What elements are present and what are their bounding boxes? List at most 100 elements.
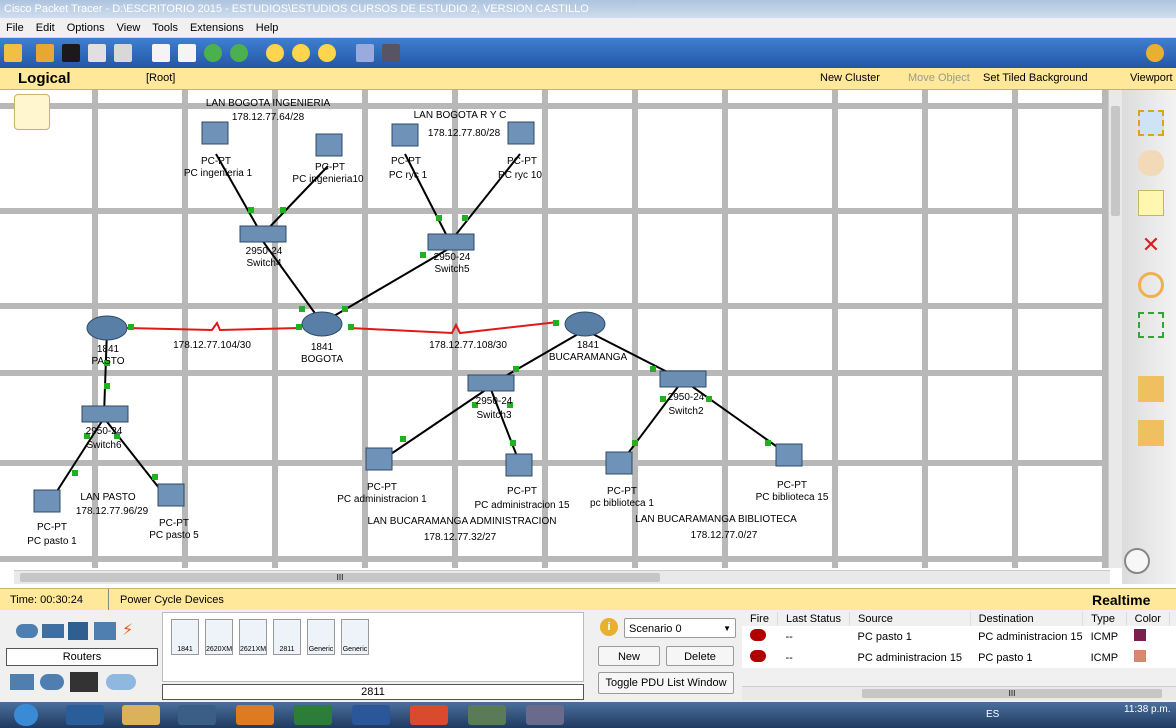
- language-indicator[interactable]: ES: [986, 709, 999, 720]
- logical-workspace[interactable]: LAN BOGOTA INGENIERIA 178.12.77.64/28 LA…: [0, 90, 1112, 568]
- undo-icon[interactable]: [204, 44, 222, 62]
- header-fire[interactable]: Fire: [742, 612, 778, 626]
- resize-shape-icon[interactable]: [1138, 312, 1164, 338]
- vertical-scrollbar[interactable]: [1108, 90, 1122, 568]
- header-color[interactable]: Color: [1126, 612, 1170, 626]
- router-name-bogota[interactable]: BOGOTA: [301, 354, 343, 365]
- pc-name-ryc-10[interactable]: PC ryc 10: [498, 170, 542, 181]
- connections-category-icon[interactable]: ⚡: [122, 622, 133, 640]
- zoom-in-icon[interactable]: [266, 44, 284, 62]
- menu-help[interactable]: Help: [250, 18, 285, 38]
- model-generic[interactable]: Generic: [307, 619, 335, 655]
- toggle-pdu-list-button[interactable]: Toggle PDU List Window: [598, 672, 734, 694]
- chrome-icon[interactable]: [410, 705, 448, 725]
- menu-file[interactable]: File: [0, 18, 30, 38]
- switch-name-switch6[interactable]: Switch6: [86, 440, 121, 451]
- pc-name-ingenieria-1[interactable]: PC ingenieria 1: [184, 168, 252, 179]
- model-1841[interactable]: 1841: [171, 619, 199, 655]
- header-destination[interactable]: Destination: [970, 612, 1084, 626]
- word-icon[interactable]: [352, 705, 390, 725]
- delete-icon[interactable]: ✕: [1138, 232, 1164, 258]
- delete-scenario-button[interactable]: Delete: [666, 646, 734, 666]
- info-icon[interactable]: [1146, 44, 1164, 62]
- pdu-table-scrollbar[interactable]: III: [742, 686, 1176, 700]
- header-time[interactable]: Ti: [1169, 612, 1176, 626]
- pc-name-administracion-15[interactable]: PC administracion 15: [474, 500, 569, 511]
- system-clock[interactable]: 11:38 p.m.: [1124, 704, 1171, 715]
- activity-wizard-icon[interactable]: [114, 44, 132, 62]
- switch-name-switch2[interactable]: Switch2: [668, 406, 703, 417]
- model-2811[interactable]: 2811: [273, 619, 301, 655]
- start-button-icon[interactable]: [14, 704, 38, 726]
- switch-name-switch4[interactable]: Switch4: [246, 258, 281, 269]
- wireless-category-icon[interactable]: [94, 622, 116, 640]
- firefox-icon[interactable]: [236, 705, 274, 725]
- logical-tab[interactable]: Logical: [18, 70, 71, 87]
- power-cycle-devices-button[interactable]: Power Cycle Devices: [120, 594, 224, 606]
- realtime-mode-label[interactable]: Realtime: [1092, 592, 1150, 608]
- packet-tracer-task-icon[interactable]: [468, 705, 506, 725]
- pc-name-ingenieria10[interactable]: PC ingenieria10: [292, 174, 363, 185]
- router-name-bucaramanga[interactable]: BUCARAMANGA: [549, 352, 627, 363]
- header-source[interactable]: Source: [849, 612, 971, 626]
- set-tiled-background-button[interactable]: Set Tiled Background: [983, 72, 1088, 84]
- pc-name-biblioteca-1[interactable]: pc biblioteca 1: [590, 498, 654, 509]
- menu-extensions[interactable]: Extensions: [184, 18, 250, 38]
- redo-icon[interactable]: [230, 44, 248, 62]
- custom-device-icon[interactable]: [382, 44, 400, 62]
- table-row[interactable]: -- PC administracion 15 PC pasto 1 ICMP …: [742, 647, 1176, 668]
- navigation-icon[interactable]: [14, 94, 50, 130]
- zoom-reset-icon[interactable]: [292, 44, 310, 62]
- wan-emulation-category-icon[interactable]: [40, 674, 64, 690]
- select-tool-icon[interactable]: [1138, 110, 1164, 136]
- pdu-scroll-thumb[interactable]: III: [862, 689, 1162, 698]
- switches-category-icon[interactable]: [42, 624, 64, 638]
- vertical-scroll-thumb[interactable]: [1111, 106, 1120, 216]
- menu-edit[interactable]: Edit: [30, 18, 61, 38]
- place-note-icon[interactable]: [1138, 190, 1164, 216]
- new-file-icon[interactable]: [4, 44, 22, 62]
- menu-view[interactable]: View: [111, 18, 147, 38]
- excel-icon[interactable]: [294, 705, 332, 725]
- inspect-icon[interactable]: [1138, 272, 1164, 298]
- new-cluster-button[interactable]: New Cluster: [820, 72, 880, 84]
- pc-name-administracion-1[interactable]: PC administracion 1: [337, 494, 426, 505]
- router-name-pasto[interactable]: PASTO: [92, 356, 125, 367]
- end-devices-category-icon[interactable]: [10, 674, 34, 690]
- routers-category-icon[interactable]: [16, 624, 38, 638]
- custom-devices-category-icon[interactable]: [70, 672, 98, 692]
- scenario-select[interactable]: Scenario 0 ▼: [624, 618, 736, 638]
- internet-explorer-icon[interactable]: [66, 705, 104, 725]
- menu-options[interactable]: Options: [61, 18, 111, 38]
- multiuser-category-icon[interactable]: [106, 674, 136, 690]
- realtime-clock-icon[interactable]: [1124, 548, 1150, 574]
- model-2621xm[interactable]: 2621XM: [239, 619, 267, 655]
- menu-tools[interactable]: Tools: [146, 18, 184, 38]
- open-file-icon[interactable]: [36, 44, 54, 62]
- header-type[interactable]: Type: [1082, 612, 1127, 626]
- copy-icon[interactable]: [152, 44, 170, 62]
- root-breadcrumb[interactable]: [Root]: [146, 72, 175, 84]
- pc-name-pasto-5[interactable]: PC pasto 5: [149, 530, 198, 541]
- palette-icon[interactable]: [356, 44, 374, 62]
- fire-indicator-icon[interactable]: [750, 629, 766, 641]
- pc-name-ryc-1[interactable]: PC ryc 1: [389, 170, 427, 181]
- model-generic[interactable]: Generic: [341, 619, 369, 655]
- model-2620xm[interactable]: 2620XM: [205, 619, 233, 655]
- move-layout-hand-icon[interactable]: [1138, 150, 1164, 176]
- table-row[interactable]: -- PC pasto 1 PC administracion 15 ICMP …: [742, 626, 1176, 647]
- zoom-out-icon[interactable]: [318, 44, 336, 62]
- move-object-button[interactable]: Move Object: [908, 72, 970, 84]
- header-last-status[interactable]: Last Status: [777, 612, 851, 626]
- switch-name-switch3[interactable]: Switch3: [476, 410, 511, 421]
- pc-name-biblioteca-15[interactable]: PC biblioteca 15: [756, 492, 829, 503]
- fire-indicator-icon[interactable]: [750, 650, 766, 662]
- file-explorer-icon[interactable]: [122, 705, 160, 725]
- scenario-info-icon[interactable]: i: [600, 618, 618, 636]
- hubs-category-icon[interactable]: [68, 622, 88, 640]
- print-icon[interactable]: [88, 44, 106, 62]
- save-icon[interactable]: [62, 44, 80, 62]
- viewport-button[interactable]: Viewport: [1130, 72, 1173, 84]
- new-scenario-button[interactable]: New: [598, 646, 660, 666]
- pc-name-pasto-1[interactable]: PC pasto 1: [27, 536, 76, 547]
